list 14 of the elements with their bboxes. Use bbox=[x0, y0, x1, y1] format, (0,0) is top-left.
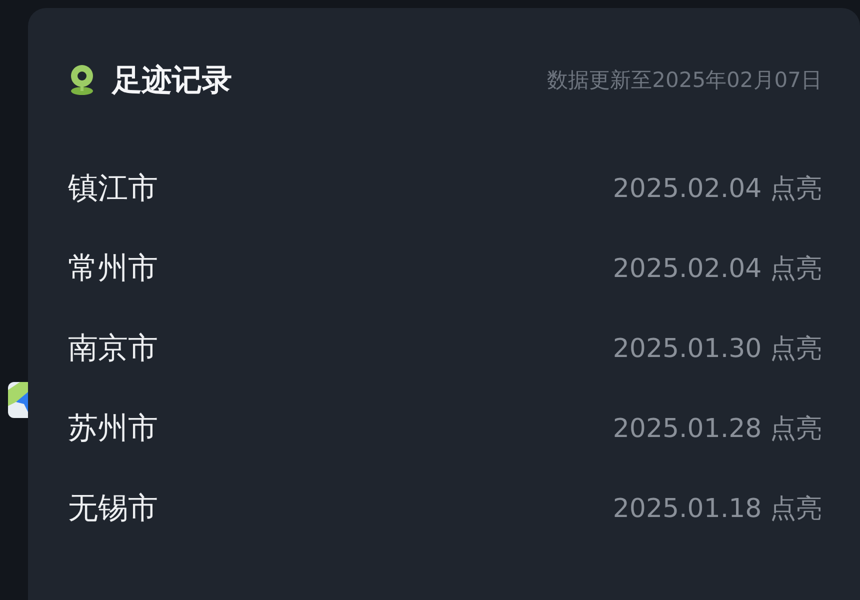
card-title: 足迹记录 bbox=[112, 62, 232, 100]
city-name: 镇江市 bbox=[68, 170, 158, 208]
lit-date: 2025.01.28 点亮 bbox=[612, 412, 822, 446]
update-date: 数据更新至2025年02月07日 bbox=[547, 67, 822, 94]
lit-date: 2025.02.04 点亮 bbox=[612, 252, 822, 286]
lit-date: 2025.01.30 点亮 bbox=[612, 332, 822, 366]
lit-date: 2025.02.04 点亮 bbox=[612, 172, 822, 206]
city-name: 常州市 bbox=[68, 250, 158, 288]
city-name: 南京市 bbox=[68, 330, 158, 368]
location-pin-icon bbox=[68, 64, 96, 96]
app-icon[interactable] bbox=[8, 382, 28, 418]
lit-date: 2025.01.18 点亮 bbox=[612, 492, 822, 526]
city-name: 无锡市 bbox=[68, 490, 158, 528]
city-name: 苏州市 bbox=[68, 410, 158, 448]
